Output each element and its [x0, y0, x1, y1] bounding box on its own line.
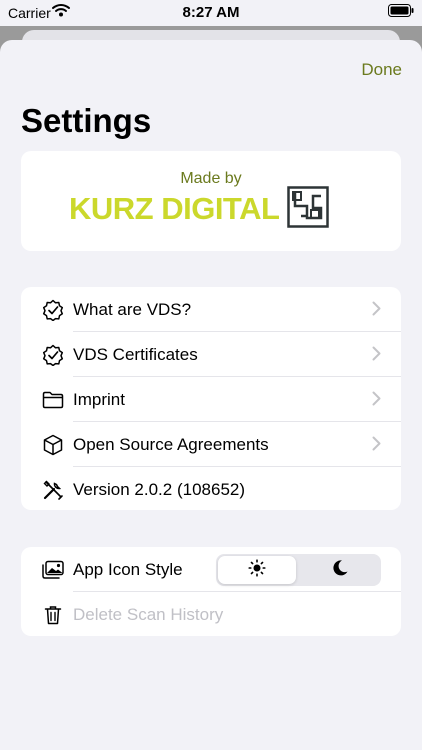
row-label: Open Source Agreements — [73, 434, 269, 454]
page-title: Settings — [21, 102, 152, 139]
badge-check-icon — [41, 343, 65, 367]
status-time: 8:27 AM — [182, 4, 240, 21]
made-by-label: Made by — [180, 170, 242, 187]
app-icon-style-segmented-control[interactable] — [216, 554, 381, 586]
row-what-are-vds[interactable]: What are VDS? — [21, 287, 401, 332]
segment-dark-option[interactable] — [301, 556, 379, 584]
info-settings-group: What are VDS? VDS Certificates Imprint O… — [21, 287, 401, 510]
row-label: Delete Scan History — [73, 604, 224, 624]
battery-icon — [388, 4, 414, 22]
settings-sheet: Done Settings Made by KURZ DIGITAL What … — [0, 40, 422, 750]
segment-light-option[interactable] — [218, 556, 296, 584]
row-label: App Icon Style — [73, 559, 183, 579]
chevron-right-icon — [372, 301, 381, 321]
brand-name: KURZ DIGITAL — [69, 191, 280, 226]
kurz-logo-icon — [287, 185, 330, 233]
trash-icon — [41, 603, 65, 627]
row-open-source-agreements[interactable]: Open Source Agreements — [21, 422, 401, 467]
row-label: What are VDS? — [73, 299, 192, 319]
chevron-right-icon — [372, 391, 381, 411]
folder-icon — [41, 388, 65, 412]
row-vds-certificates[interactable]: VDS Certificates — [21, 332, 401, 377]
row-label: VDS Certificates — [73, 344, 198, 364]
done-button[interactable]: Done — [361, 60, 402, 80]
version-label: Version 2.0.2 (108652) — [73, 479, 246, 499]
cube-icon — [41, 433, 65, 457]
brand-logo-row: KURZ DIGITAL — [69, 185, 330, 233]
photo-stack-icon — [41, 558, 65, 582]
chevron-right-icon — [372, 436, 381, 456]
row-delete-scan-history[interactable]: Delete Scan History — [21, 592, 401, 637]
status-bar: Carrier 8:27 AM — [0, 0, 422, 26]
brand-card: Made by KURZ DIGITAL — [21, 151, 401, 251]
row-label: Imprint — [73, 389, 125, 409]
sun-icon — [248, 558, 266, 582]
row-version: Version 2.0.2 (108652) — [21, 467, 401, 512]
chevron-right-icon — [372, 346, 381, 366]
moon-icon — [331, 559, 349, 582]
row-imprint[interactable]: Imprint — [21, 377, 401, 422]
badge-check-icon — [41, 298, 65, 322]
row-app-icon-style: App Icon Style — [21, 547, 401, 592]
tools-icon — [41, 478, 65, 502]
app-settings-group: App Icon Style Delete Scan History — [21, 547, 401, 636]
